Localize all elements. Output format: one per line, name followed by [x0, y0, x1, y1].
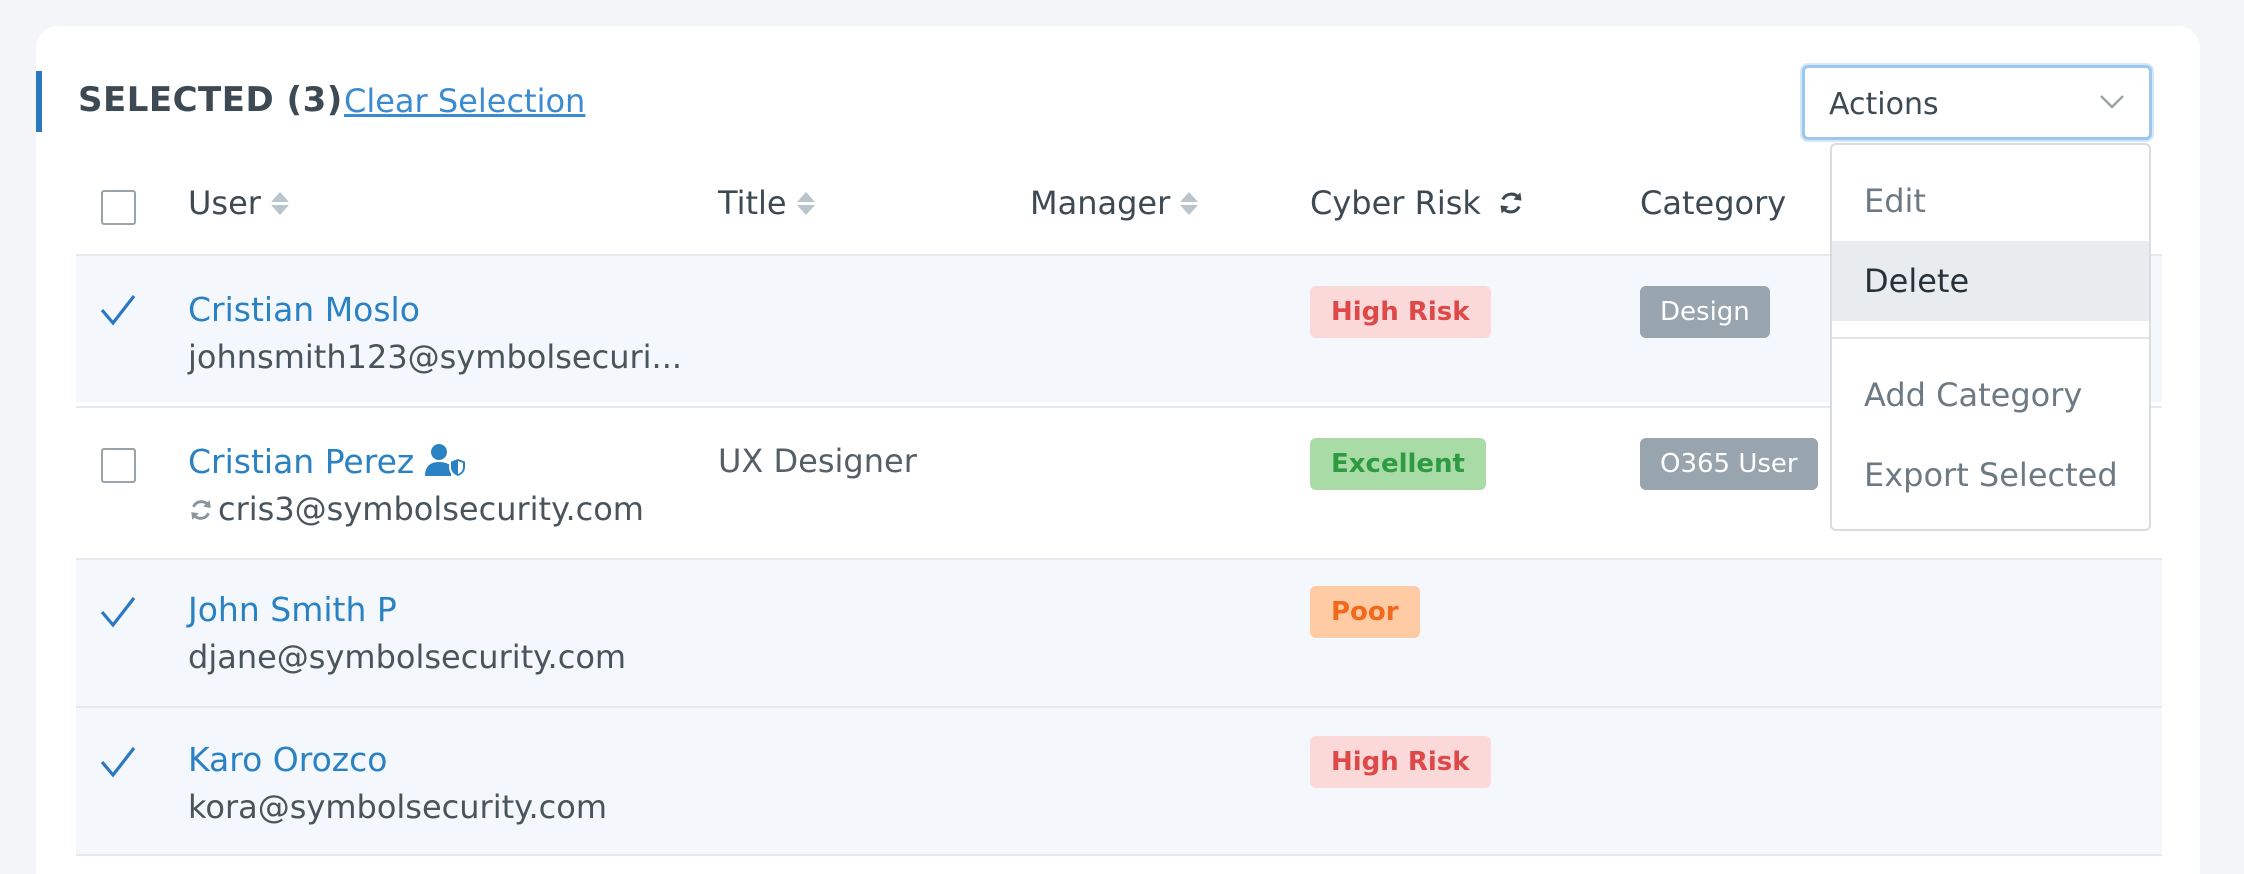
user-name-link[interactable]: John Smith P [188, 590, 397, 629]
user-title: UX Designer [718, 442, 917, 480]
actions-dropdown-label: Actions [1829, 87, 1939, 122]
column-header-category[interactable]: Category [1640, 184, 1786, 222]
column-header-cyber-risk-label: Cyber Risk [1310, 184, 1481, 222]
user-name-link[interactable]: Cristian Moslo [188, 290, 420, 329]
table-row[interactable]: Karo Orozco kora@symbolsecurity.com High… [76, 706, 2162, 854]
selected-count-label: SELECTED (3) [78, 80, 343, 120]
column-header-user-label: User [188, 184, 261, 222]
checkmark-icon[interactable] [100, 594, 136, 630]
sync-icon [191, 500, 211, 520]
column-header-manager-label: Manager [1030, 184, 1171, 222]
checkmark-icon[interactable] [100, 292, 136, 328]
refresh-icon[interactable] [1497, 189, 1525, 217]
select-all-checkbox[interactable] [101, 190, 136, 225]
actions-dropdown[interactable]: Actions [1802, 65, 2152, 140]
row-checkbox[interactable] [101, 448, 136, 483]
checkmark-icon[interactable] [100, 744, 136, 780]
column-header-title-label: Title [718, 184, 787, 222]
category-badge: O365 User [1640, 438, 1818, 490]
menu-divider [1832, 337, 2149, 339]
category-badge: Design [1640, 286, 1770, 338]
actions-menu: Edit Delete Add Category Export Selected [1830, 143, 2151, 531]
user-email-label: cris3@symbolsecurity.com [218, 490, 644, 528]
column-header-user[interactable]: User [188, 184, 289, 222]
table-row[interactable]: John Smith P djane@symbolsecurity.com Po… [76, 558, 2162, 706]
menu-item-delete[interactable]: Delete [1832, 241, 2149, 321]
selection-accent-bar [36, 71, 42, 132]
user-name-label: Cristian Perez [188, 442, 415, 481]
clear-selection-link[interactable]: Clear Selection [344, 82, 585, 120]
menu-item-export-selected[interactable]: Export Selected [1832, 435, 2149, 515]
sort-icon [270, 191, 289, 215]
column-header-cyber-risk[interactable]: Cyber Risk [1310, 184, 1525, 222]
user-email: johnsmith123@symbolsecuri... [188, 338, 683, 376]
risk-badge: Poor [1310, 586, 1420, 638]
table-bottom-divider [76, 854, 2162, 856]
menu-item-add-category[interactable]: Add Category [1832, 355, 2149, 435]
sort-icon [1180, 191, 1199, 215]
user-email: djane@symbolsecurity.com [188, 638, 627, 676]
user-email: kora@symbolsecurity.com [188, 788, 608, 826]
admin-user-shield-icon [424, 444, 467, 479]
column-header-title[interactable]: Title [718, 184, 815, 222]
risk-badge: High Risk [1310, 286, 1491, 338]
risk-badge: Excellent [1310, 438, 1486, 490]
column-header-manager[interactable]: Manager [1030, 184, 1199, 222]
menu-item-edit[interactable]: Edit [1832, 161, 2149, 241]
user-email: cris3@symbolsecurity.com [188, 490, 644, 528]
risk-badge: High Risk [1310, 736, 1491, 788]
user-name-link[interactable]: Cristian Perez [188, 442, 467, 481]
sort-icon [796, 191, 815, 215]
column-header-category-label: Category [1640, 184, 1787, 222]
user-name-link[interactable]: Karo Orozco [188, 740, 387, 779]
chevron-down-icon [2100, 95, 2124, 109]
